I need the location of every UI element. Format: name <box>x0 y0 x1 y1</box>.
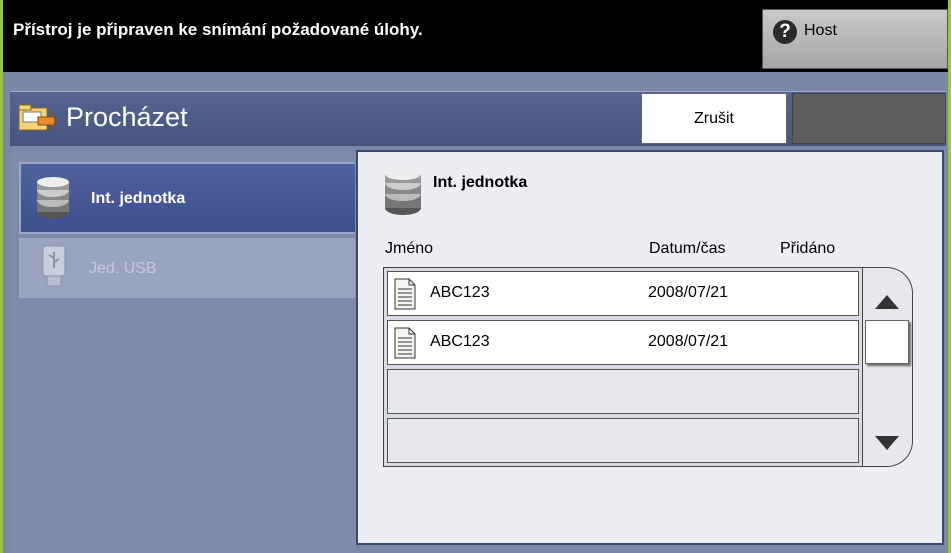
scroll-up-arrow-icon[interactable] <box>873 292 901 312</box>
empty-row <box>387 418 859 463</box>
source-label: Int. jednotka <box>91 190 186 207</box>
file-list: ABC123 2008/07/21 ABC123 2008/07/21 <box>383 267 863 467</box>
file-name: ABC123 <box>430 284 490 301</box>
header-bar: Procházet Zrušit <box>10 91 946 146</box>
scrollbar[interactable] <box>863 267 913 467</box>
column-header-added[interactable]: Přidáno <box>780 240 835 258</box>
folder-browse-icon <box>18 104 56 131</box>
file-date: 2008/07/21 <box>648 284 729 301</box>
disabled-action-button <box>792 93 946 144</box>
empty-row <box>387 369 859 414</box>
source-internal-drive[interactable]: Int. jednotka <box>19 162 355 234</box>
help-icon: ? <box>773 20 797 44</box>
scroll-down-arrow-icon[interactable] <box>873 433 901 453</box>
status-bar: Přístroj je připraven ke snímání požadov… <box>3 0 948 72</box>
document-icon <box>394 278 416 310</box>
host-button[interactable]: ? Host <box>762 9 948 69</box>
file-row[interactable]: ABC123 2008/07/21 <box>387 271 859 316</box>
scroll-thumb[interactable] <box>865 320 909 364</box>
cancel-button[interactable]: Zrušit <box>641 93 787 144</box>
document-icon <box>394 327 416 359</box>
panel-title: Int. jednotka <box>433 174 528 191</box>
status-message: Přístroj je připraven ke snímání požadov… <box>13 20 423 39</box>
source-usb-drive: Jed. USB <box>19 238 355 298</box>
column-header-name[interactable]: Jméno <box>385 240 433 258</box>
file-name: ABC123 <box>430 333 490 350</box>
source-list: Int. jednotka Jed. USB <box>10 152 356 553</box>
column-header-date[interactable]: Datum/čas <box>649 240 725 258</box>
disk-drive-icon <box>37 177 69 219</box>
file-browser-panel: Int. jednotka Jméno Datum/čas Přidáno AB… <box>356 150 944 545</box>
file-row[interactable]: ABC123 2008/07/21 <box>387 320 859 365</box>
source-label: Jed. USB <box>89 260 157 277</box>
usb-drive-icon <box>42 245 66 287</box>
file-date: 2008/07/21 <box>648 333 729 350</box>
host-label: Host <box>804 22 837 39</box>
disk-drive-icon <box>385 168 421 215</box>
page-title: Procházet <box>66 102 188 132</box>
